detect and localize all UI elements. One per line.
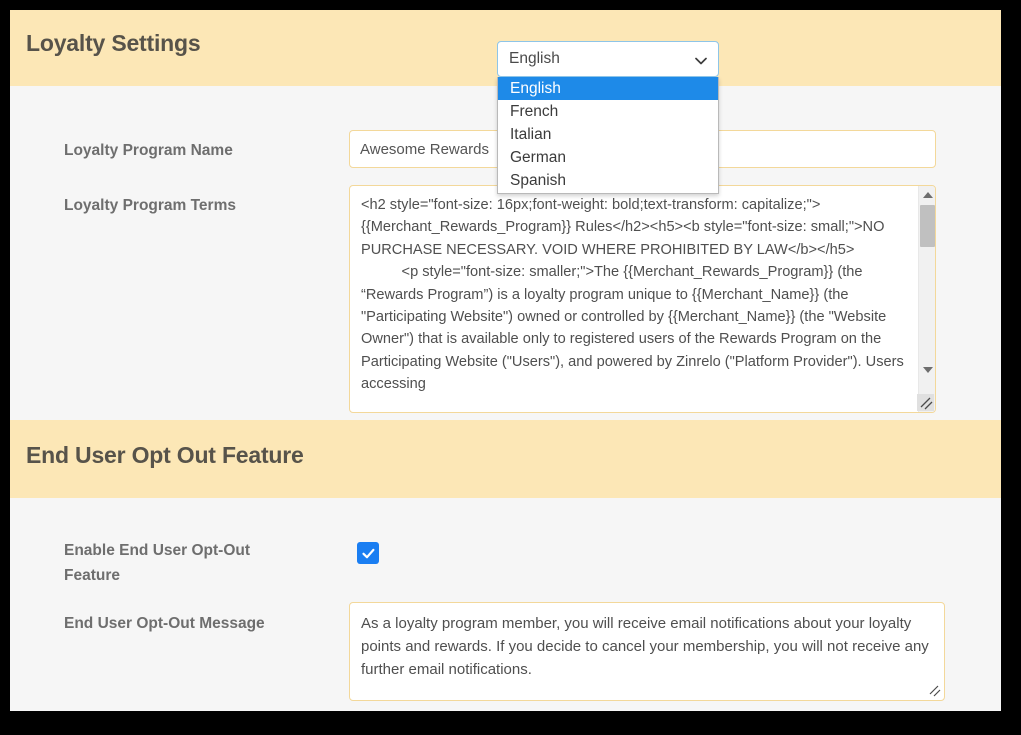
resize-grip-icon[interactable] (917, 394, 934, 411)
opt-out-section-title: End User Opt Out Feature (26, 442, 304, 468)
language-option-spanish[interactable]: Spanish (498, 169, 718, 192)
language-option-french[interactable]: French (498, 100, 718, 123)
scroll-down-arrow-icon[interactable] (919, 361, 935, 378)
scroll-up-arrow-icon[interactable] (919, 186, 935, 203)
language-option-german[interactable]: German (498, 146, 718, 169)
language-select-options[interactable]: English French Italian German Spanish (497, 77, 719, 194)
opt-out-message-textarea[interactable]: As a loyalty program member, you will re… (349, 602, 945, 701)
enable-opt-out-checkbox[interactable] (357, 542, 379, 564)
loyalty-program-terms-textarea[interactable]: <h2 style="font-size: 16px;font-weight: … (349, 185, 936, 413)
settings-page: Loyalty Settings English English French … (10, 10, 1001, 711)
terms-scrollbar[interactable] (918, 186, 935, 412)
language-option-english[interactable]: English (498, 77, 718, 100)
enable-opt-out-label: Enable End User Opt-Out Feature (64, 542, 251, 584)
language-select-value: English (509, 50, 560, 67)
scrollbar-thumb[interactable] (920, 205, 935, 247)
loyalty-program-terms-label: Loyalty Program Terms (64, 197, 236, 214)
loyalty-program-terms-value: <h2 style="font-size: 16px;font-weight: … (361, 197, 904, 393)
opt-out-header-band: End User Opt Out Feature (10, 420, 1001, 498)
check-icon (361, 546, 376, 561)
resize-grip-icon[interactable] (927, 683, 941, 697)
loyalty-program-name-label: Loyalty Program Name (64, 142, 233, 159)
opt-out-message-value: As a loyalty program member, you will re… (361, 615, 933, 678)
language-select[interactable]: English (497, 41, 719, 77)
opt-out-form: Enable End User Opt-Out Feature End User… (10, 498, 1001, 711)
language-option-italian[interactable]: Italian (498, 123, 718, 146)
chevron-down-icon (695, 54, 707, 66)
loyalty-settings-title: Loyalty Settings (26, 30, 201, 56)
opt-out-message-label: End User Opt-Out Message (64, 615, 265, 632)
